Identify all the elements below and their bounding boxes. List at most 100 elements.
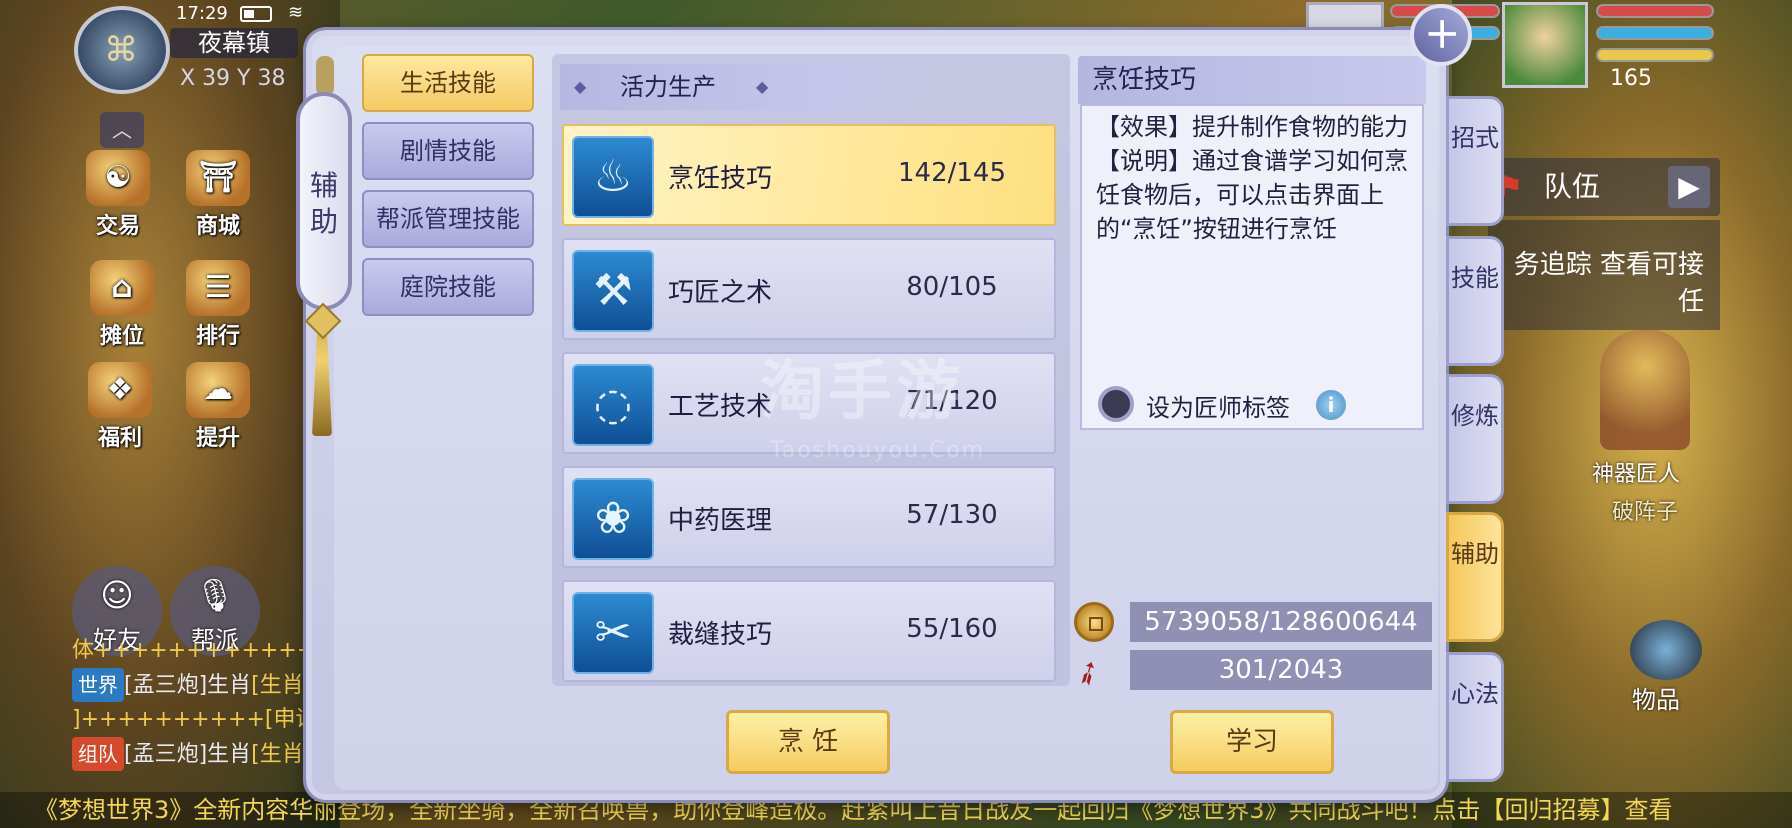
watermark-url: Taoshouyou.Com [770, 438, 986, 463]
collapse-menu-button[interactable]: ︿ [100, 112, 144, 148]
team-button[interactable]: ⚑ 队伍 ▶ [1488, 158, 1720, 216]
diamond-icon: ◆ [756, 77, 769, 96]
player-status-bars [1596, 4, 1714, 70]
tab-guild-management-skills[interactable]: 帮派管理技能 [362, 190, 534, 248]
skill-detail-title: 烹饪技巧 [1078, 56, 1426, 104]
tab-skills[interactable]: 技能 [1446, 236, 1504, 366]
skill-description: 【说明】通过食谱学习如何烹饪食物后，可以点击界面上的“烹饪”按钮进行烹饪 [1096, 147, 1408, 243]
battery-icon [240, 6, 272, 22]
trade-label: 交易 [95, 214, 140, 239]
shop-button[interactable]: ⛩ 商城 [178, 150, 258, 240]
skill-level: 55/160 [906, 614, 998, 644]
tab-courtyard-skills[interactable]: 庭院技能 [362, 258, 534, 316]
stall-icon: ⌂ [90, 260, 154, 316]
skill-detail-box: 【效果】提升制作食物的能力 【说明】通过食谱学习如何烹饪食物后，可以点击界面上的… [1080, 104, 1424, 430]
skill-name: 中药医理 [668, 506, 773, 536]
tab-auxiliary[interactable]: 辅助 [1446, 512, 1504, 642]
inventory-label: 物品 [1632, 686, 1680, 714]
microphone-icon: 🎙 [194, 576, 236, 614]
improve-label: 提升 [195, 426, 240, 451]
tab-cultivation[interactable]: 修炼 [1446, 374, 1504, 504]
npc-name: 神器匠人 [1592, 462, 1681, 487]
scroll-cap [316, 56, 334, 96]
play-arrow-icon[interactable]: ▶ [1668, 166, 1710, 208]
stall-button[interactable]: ⌂ 摊位 [82, 260, 162, 350]
inventory-bag-icon[interactable] [1630, 620, 1702, 680]
welfare-icon: ❖ [88, 362, 152, 418]
location-coords: X 39 Y 38 [180, 66, 286, 91]
player-portrait[interactable] [1502, 2, 1588, 88]
skill-row-craftsman[interactable]: ⚒ 巧匠之术 80/105 [562, 238, 1056, 340]
skill-detail-text: 【效果】提升制作食物的能力 【说明】通过食谱学习如何烹饪食物后，可以点击界面上的… [1096, 110, 1412, 246]
scroll-title-tab: 辅助 [296, 92, 352, 310]
ranking-icon: ☰ [186, 260, 250, 316]
coin-amount: 5739058/128600644 [1130, 602, 1432, 642]
chevron-up-icon: ︿ [112, 118, 132, 142]
learn-button[interactable]: 学习 [1170, 710, 1334, 774]
chat-line: 世界 [孟三炮]生肖[生肖 [72, 668, 312, 703]
skill-name: 巧匠之术 [668, 278, 773, 308]
improve-button[interactable]: ☁ 提升 [178, 362, 258, 452]
shop-label: 商城 [195, 214, 240, 239]
clock: 17:29 [176, 3, 228, 24]
map-scroll-icon: ⌘ [104, 30, 138, 70]
craftsman-tag-toggle[interactable] [1098, 386, 1134, 422]
friends-icon: ☺ [100, 576, 134, 614]
craftsman-tag-label: 设为匠师标签 [1146, 394, 1290, 422]
cook-button[interactable]: 烹 饪 [726, 710, 890, 774]
welfare-label: 福利 [97, 426, 142, 451]
tab-story-skills[interactable]: 剧情技能 [362, 122, 534, 180]
coin-icon [1074, 602, 1114, 642]
chat-line: 组队 [孟三炮]生肖[生肖 [72, 737, 312, 772]
player-anger-bar [1596, 48, 1714, 62]
chat-line: ]++++++++++[申请入 [72, 707, 312, 732]
skill-level: 57/130 [906, 500, 998, 530]
welfare-button[interactable]: ❖ 福利 [80, 362, 160, 452]
minimap-button[interactable]: ⌘ [74, 6, 170, 94]
diamond-icon: ◆ [574, 77, 587, 96]
category-tabs: 生活技能 剧情技能 帮派管理技能 庭院技能 [362, 54, 536, 326]
tab-life-skills[interactable]: 生活技能 [362, 54, 534, 112]
ranking-label: 排行 [195, 324, 240, 349]
npc-figure[interactable] [1600, 330, 1690, 450]
bead-necklace-icon: ◌ [572, 364, 654, 446]
close-icon: + [1417, 15, 1469, 53]
axe-hammer-icon: ⚒ [572, 250, 654, 332]
vigor-amount: 301/2043 [1130, 650, 1432, 690]
watermark: 淘手游 [760, 355, 964, 429]
skill-row-tailoring[interactable]: ✂ 裁缝技巧 55/160 [562, 580, 1056, 682]
chat-channel-badge: 组队 [72, 737, 124, 771]
ranking-button[interactable]: ☰ 排行 [178, 260, 258, 350]
chat-panel[interactable]: 体+++++++++++++++++ 世界[孟三炮]生肖[生肖 ]+++++++… [72, 634, 312, 794]
skill-effect: 【效果】提升制作食物的能力 [1096, 113, 1408, 141]
skill-level: 80/105 [906, 272, 998, 302]
location-name: 夜幕镇 [170, 28, 298, 58]
info-icon[interactable]: i [1316, 390, 1346, 420]
stall-label: 摊位 [99, 324, 144, 349]
npc-title: 破阵子 [1612, 500, 1679, 525]
wifi-icon: ≋ [288, 2, 304, 23]
tab-mental-method[interactable]: 心法 [1446, 652, 1504, 782]
shop-icon: ⛩ [186, 150, 250, 206]
skill-level: 142/145 [897, 158, 1006, 188]
improve-icon: ☁ [186, 362, 250, 418]
chat-line: 体+++++++++++++++++ [72, 638, 312, 663]
skill-name: 烹饪技巧 [668, 164, 773, 194]
lotus-icon: ❀ [572, 478, 654, 560]
chat-channel-badge: 世界 [72, 668, 124, 702]
skill-list-header: ◆ 活力生产 ◆ [560, 64, 922, 110]
tab-moves[interactable]: 招式 [1446, 96, 1504, 226]
quest-tracker[interactable]: 务追踪 查看可接任 [1488, 220, 1720, 330]
trade-button[interactable]: ☯ 交易 [78, 150, 158, 240]
skill-row-medicine[interactable]: ❀ 中药医理 57/130 [562, 466, 1056, 568]
player-level: 165 [1610, 66, 1652, 91]
trade-icon: ☯ [86, 150, 150, 206]
team-label: 队伍 [1544, 170, 1601, 203]
cooking-pot-icon: ♨ [572, 136, 654, 218]
skill-row-cooking[interactable]: ♨ 烹饪技巧 142/145 [562, 124, 1056, 226]
player-hp-bar [1596, 4, 1714, 18]
skill-name: 裁缝技巧 [668, 620, 773, 650]
yarn-ball-icon: ✂ [572, 592, 654, 674]
skill-name: 工艺技术 [668, 392, 773, 422]
player-mp-bar [1596, 26, 1714, 40]
